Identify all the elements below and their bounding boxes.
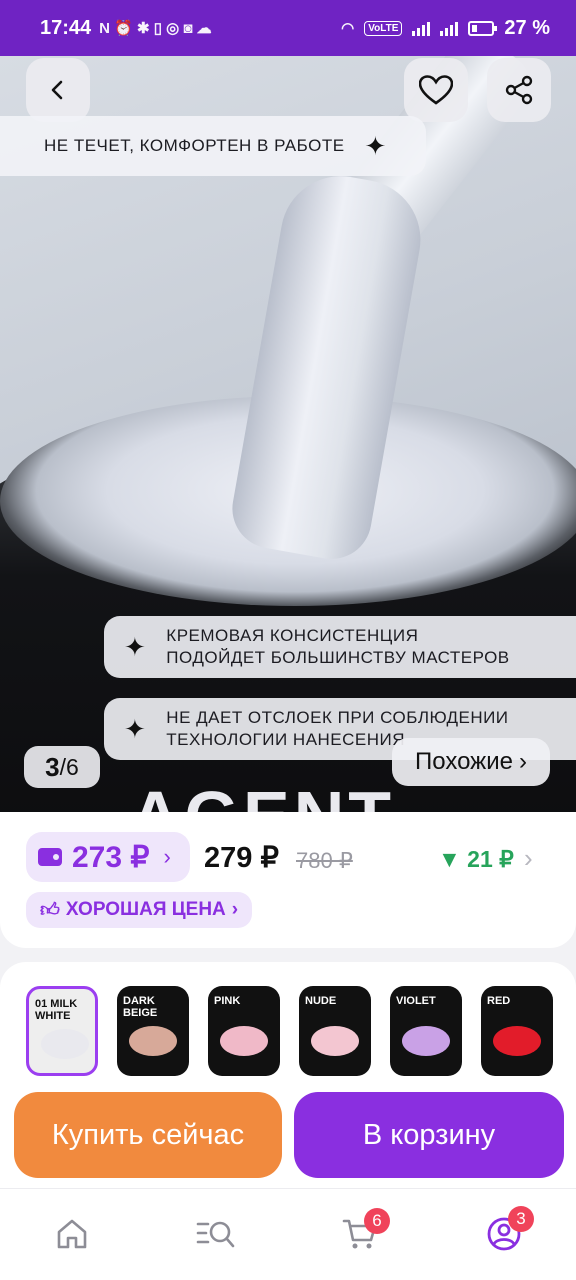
image-current: 3 (45, 751, 60, 782)
feature-badge-2: ✦ КРЕМОВАЯ КОНСИСТЕНЦИЯ ПОДОЙДЕТ БОЛЬШИН… (104, 616, 576, 678)
variant-thumbnail[interactable]: 01 MILK WHITE (26, 986, 98, 1076)
variant-thumbnail[interactable]: PINK (208, 986, 280, 1076)
signal-icon-2 (440, 20, 459, 36)
add-to-cart-button[interactable]: В корзину (294, 1092, 564, 1178)
similar-label: Похожие (415, 748, 513, 775)
feature-text-2a: КРЕМОВАЯ КОНСИСТЕНЦИЯ (166, 625, 419, 645)
price-drop-value: 21 ₽ (467, 846, 514, 872)
sparkle-icon: ✦ (364, 130, 387, 161)
good-price-badge[interactable]: 👍︎ ХОРОШАЯ ЦЕНА › (26, 892, 253, 928)
old-price: 780 ₽ (296, 848, 353, 873)
buy-now-button[interactable]: Купить сейчас (14, 1092, 282, 1178)
chevron-left-icon (51, 80, 63, 100)
image-total: 6 (66, 753, 79, 780)
sparkle-icon: ✦ (124, 713, 147, 744)
variant-label: VIOLET (396, 995, 436, 1007)
share-icon (505, 75, 533, 105)
wallet-price-button[interactable]: 273 ₽ › (26, 832, 190, 882)
variant-thumbnail[interactable]: VIOLET (390, 986, 462, 1076)
variant-thumbnail[interactable]: DARK BEIGE (117, 986, 189, 1076)
clock: 17:44 (40, 16, 92, 39)
catalog-search-icon (196, 1221, 235, 1248)
chevron-right-icon[interactable]: › (524, 843, 533, 874)
signal-icon (412, 20, 431, 36)
chevron-right-icon: › (163, 844, 171, 869)
variant-label: RED (487, 995, 511, 1007)
back-button[interactable] (26, 58, 90, 122)
variant-swatch (402, 1026, 450, 1056)
triangle-down-icon: ▼ (438, 846, 461, 872)
wifi-icon: ◠ (341, 20, 355, 37)
variant-thumbnail[interactable]: NUDE (299, 986, 371, 1076)
variant-swatch (41, 1029, 89, 1059)
variant-label: 01 MILK WHITE (35, 998, 78, 1022)
volte-indicator: VoLTE (364, 20, 403, 36)
battery-icon (468, 20, 498, 36)
variant-label: DARK BEIGE (123, 995, 158, 1019)
similar-button[interactable]: Похожие › (392, 738, 550, 786)
image-counter: 3 / 6 (24, 746, 100, 788)
tab-home[interactable] (54, 1216, 90, 1252)
variant-swatch (129, 1026, 177, 1056)
battery-percent: 27 % (504, 16, 550, 39)
cart-badge: 6 (364, 1208, 390, 1234)
variant-thumbnail[interactable]: RED (481, 986, 553, 1076)
status-bar: 17:44 N ⏰ ✱ ▯ ◎ ◙ ☁ ◠ VoLTE 27 % (0, 0, 576, 56)
chevron-right-icon: › (518, 748, 527, 775)
variant-label: PINK (214, 995, 241, 1007)
home-icon (57, 1219, 87, 1249)
profile-badge: 3 (508, 1206, 534, 1232)
wallet-icon (38, 848, 62, 866)
chevron-right-icon: › (231, 899, 239, 920)
price-drop[interactable]: ▼ 21 ₽ (438, 846, 514, 873)
feature-text-2b: ПОДОЙДЕТ БОЛЬШИНСТВУ МАСТЕРОВ (166, 648, 510, 667)
wallet-price: 273 ₽ (72, 840, 150, 874)
brand-logo: AGENT (130, 776, 395, 812)
notification-icons: N ⏰ ✱ ▯ ◎ ◙ ☁ (99, 20, 212, 37)
good-price-label: ХОРОШАЯ ЦЕНА (65, 899, 226, 920)
variant-swatch (220, 1026, 268, 1056)
thumbs-up-icon: 👍︎ (40, 899, 60, 921)
feature-text-1: НЕ ТЕЧЕТ, КОМФОРТЕН В РАБОТЕ (44, 136, 345, 155)
variant-swatch (493, 1026, 541, 1056)
share-button[interactable] (487, 58, 551, 122)
favorite-button[interactable] (404, 58, 468, 122)
sparkle-icon: ✦ (124, 631, 147, 662)
feature-badge-1: НЕ ТЕЧЕТ, КОМФОРТЕН В РАБОТЕ ✦ (0, 116, 426, 176)
variant-swatch (311, 1026, 359, 1056)
tab-catalog[interactable] (196, 1216, 235, 1252)
variant-label: NUDE (305, 995, 337, 1007)
regular-price: 279 ₽ (204, 842, 279, 874)
heart-icon (419, 75, 453, 105)
feature-text-3a: НЕ ДАЕТ ОТСЛОЕК ПРИ СОБЛЮДЕНИИ (166, 707, 509, 727)
